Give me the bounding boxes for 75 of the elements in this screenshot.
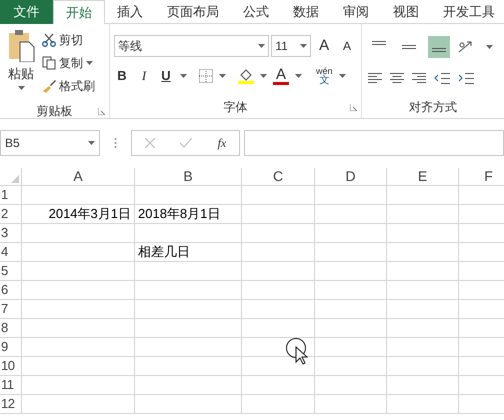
scissors-icon [42,33,56,47]
check-icon[interactable] [180,138,192,148]
align-center-icon[interactable] [390,72,404,84]
align-left-icon[interactable] [368,72,382,84]
caret-icon[interactable] [88,141,95,145]
row-header[interactable]: 1 [0,186,22,204]
file-tab[interactable]: 文件 [0,0,53,24]
column-header[interactable]: A [22,168,135,185]
cut-button[interactable]: 剪切 [42,30,95,50]
clipboard-icon [6,30,36,62]
caret-icon[interactable] [18,86,24,90]
lines-icon [372,41,386,46]
dialog-launcher-icon[interactable] [98,108,105,114]
font-size-field[interactable]: 11 [271,35,312,57]
cell-text: 2018年8月1日 [138,205,220,224]
row-header[interactable]: 9 [0,338,22,356]
cell-text: 相差几日 [138,243,190,262]
caret-icon[interactable] [295,74,302,78]
lines-icon [402,44,416,50]
caret-icon[interactable] [219,74,226,78]
align-right-icon[interactable] [412,72,426,84]
font-name-field[interactable]: 等线 [114,35,270,57]
italic-button[interactable]: I [136,66,152,86]
column-header[interactable]: C [242,168,315,185]
row-header[interactable]: 6 [0,281,22,299]
row-header[interactable]: 7 [0,300,22,318]
row-header[interactable]: 12 [0,395,22,413]
copy-button[interactable]: 复制 [42,53,95,73]
row-header[interactable]: 5 [0,262,22,280]
formula-input[interactable] [244,130,504,156]
fill-color-icon[interactable] [238,68,254,84]
group-label: 对齐方式 [409,99,457,116]
ribbon-tab[interactable]: 开始 [53,0,105,24]
caret-icon[interactable] [300,44,308,48]
group-label: 剪贴板 [36,103,72,120]
format-painter-button[interactable]: 格式刷 [42,76,95,96]
dialog-launcher-icon[interactable] [350,104,357,110]
color-bar [273,82,289,85]
row-header[interactable]: 8 [0,319,22,337]
group-label: 字体 [224,99,248,116]
cell-text: 2014年3月1日 [48,205,131,224]
lines-icon [432,48,446,53]
paste-button[interactable]: 粘贴 [4,30,38,104]
caret-icon[interactable] [180,74,187,78]
caret-icon[interactable] [338,74,346,78]
increase-indent-icon[interactable] [458,72,474,84]
brush-icon [42,79,56,93]
column-header[interactable]: D [315,168,387,185]
copy-icon [42,56,56,70]
column-header[interactable]: B [135,168,242,185]
column-header[interactable]: E [387,168,459,185]
underline-button[interactable]: U [158,66,174,86]
row-header[interactable]: 10 [0,357,22,375]
cursor-icon [286,338,310,366]
row-header[interactable]: 2 [0,205,22,223]
row-header[interactable]: 11 [0,376,22,394]
caret-icon[interactable] [86,61,93,65]
decrease-font-size-button[interactable]: A [337,37,357,55]
name-box[interactable]: B5 [0,130,100,156]
decrease-indent-icon[interactable] [434,72,450,84]
phonetic-button[interactable]: wén 文 [316,66,333,86]
insert-function-button[interactable]: fx [218,134,226,152]
vertical-align-button[interactable] [428,36,450,58]
caret-icon[interactable] [258,44,266,48]
row-header[interactable]: 4 [0,243,22,261]
row-header[interactable]: 3 [0,224,22,242]
border-icon[interactable] [199,69,213,83]
bold-button[interactable]: B [114,66,130,86]
column-header[interactable]: F [459,168,504,185]
caret-icon[interactable] [260,74,267,78]
increase-font-size-button[interactable]: A [313,34,336,58]
font-color-button[interactable]: A [273,67,289,85]
caret-icon[interactable] [486,45,493,49]
grip-icon [114,138,117,148]
triangle-icon [11,175,19,183]
